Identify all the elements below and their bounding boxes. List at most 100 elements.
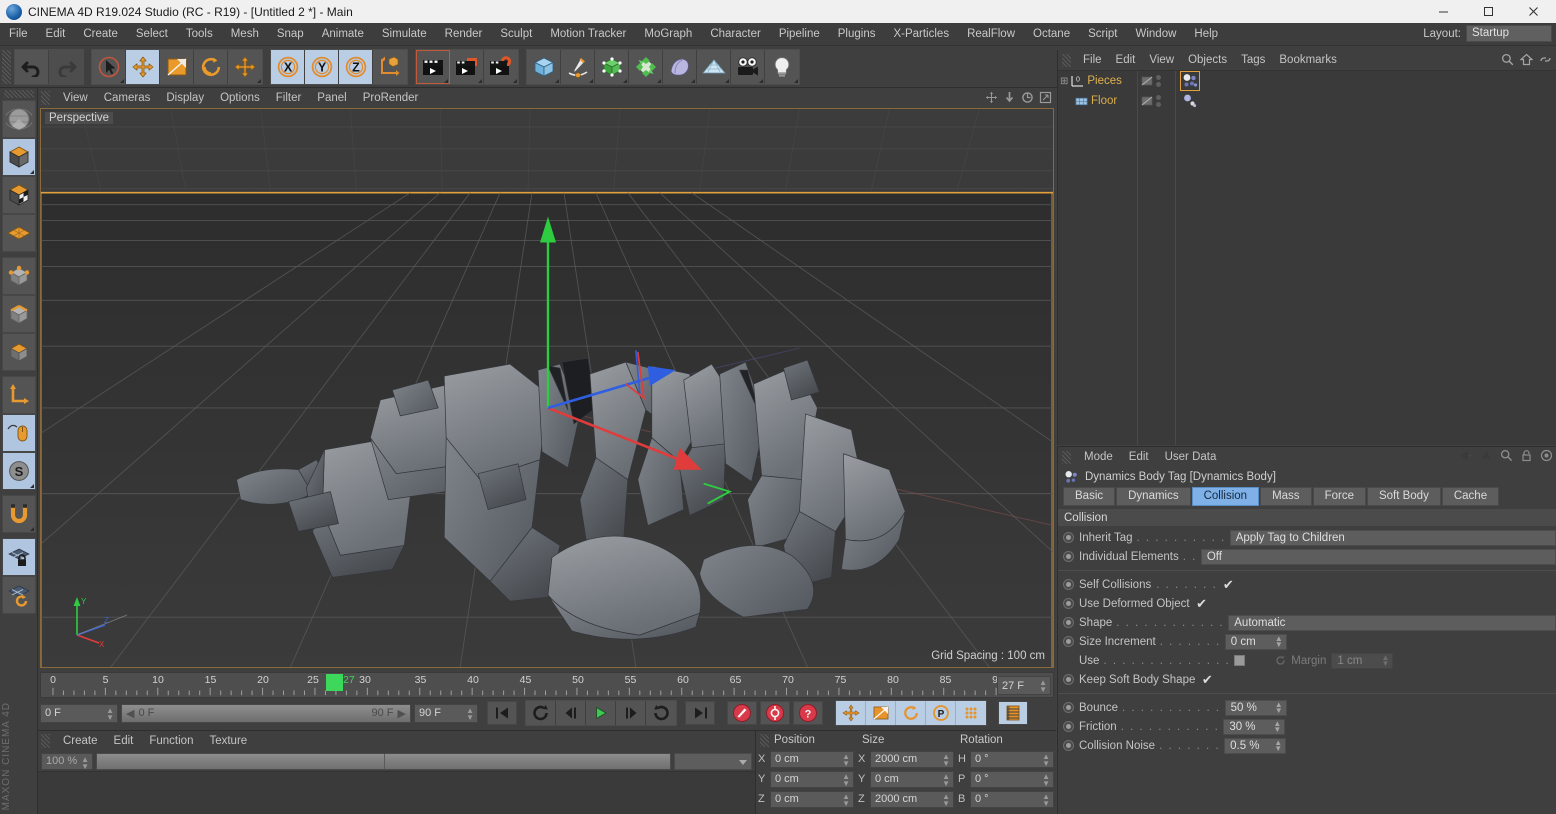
undo-button[interactable]: [15, 49, 49, 84]
close-button[interactable]: [1511, 0, 1556, 23]
animate-dot-icon[interactable]: [1063, 617, 1074, 628]
animate-dot-icon[interactable]: [1063, 551, 1074, 562]
menu-item-script[interactable]: Script: [1079, 23, 1126, 46]
menu-item-octane[interactable]: Octane: [1024, 23, 1079, 46]
margin-reset-icon[interactable]: [1275, 655, 1286, 666]
menu-item-character[interactable]: Character: [701, 23, 770, 46]
animate-dot-icon[interactable]: [1063, 721, 1074, 732]
menu-item-tools[interactable]: Tools: [177, 23, 222, 46]
menu-item-edit[interactable]: Edit: [37, 23, 75, 46]
tab-basic[interactable]: Basic: [1063, 487, 1116, 506]
input-size-increment[interactable]: 0 cm ▲ ▼: [1224, 633, 1287, 650]
polygons-mode-button[interactable]: [1, 333, 36, 371]
tab-mass[interactable]: Mass: [1260, 487, 1312, 506]
model-mode-button[interactable]: [1, 138, 36, 176]
axis-x-button[interactable]: X: [271, 49, 305, 84]
menu-item-plugins[interactable]: Plugins: [829, 23, 885, 46]
menu-item-create[interactable]: Create: [74, 23, 127, 46]
menu-item-snap[interactable]: Snap: [268, 23, 313, 46]
scrub-left-arrow[interactable]: ◀: [126, 707, 134, 720]
position-z-input[interactable]: 0 cm ▲ ▼: [770, 790, 854, 808]
frame-field[interactable]: 27 F ▲ ▼: [997, 676, 1051, 695]
step-forward-button[interactable]: [616, 701, 646, 725]
animate-dot-icon[interactable]: [1063, 740, 1074, 751]
render-region-button[interactable]: [450, 49, 484, 84]
rotation-b-spinner[interactable]: ▲ ▼: [1042, 792, 1050, 807]
editor-visibility-icon[interactable]: [1141, 75, 1153, 87]
attribute-menu-grip[interactable]: [1062, 450, 1071, 464]
object-menu-edit[interactable]: Edit: [1109, 50, 1143, 70]
material-menu-grip[interactable]: [41, 734, 50, 748]
menu-item-simulate[interactable]: Simulate: [373, 23, 436, 46]
dynamics-body-tag-icon[interactable]: [1180, 71, 1200, 91]
attribute-menu-edit[interactable]: Edit: [1121, 447, 1157, 467]
viewport-solo-button[interactable]: [1, 414, 36, 452]
cube-primitive-button[interactable]: [527, 49, 561, 84]
material-scroll-slider[interactable]: [96, 752, 671, 770]
menu-item-mesh[interactable]: Mesh: [222, 23, 268, 46]
menu-item-realflow[interactable]: RealFlow: [958, 23, 1024, 46]
world-coordinates-button[interactable]: [373, 49, 407, 84]
viewport-menu-prorender[interactable]: ProRender: [355, 88, 427, 108]
render-view-button[interactable]: [416, 49, 450, 84]
redo-button[interactable]: [49, 49, 83, 84]
maximize-view-icon[interactable]: [1039, 91, 1052, 104]
pla-key-button[interactable]: [956, 701, 986, 725]
visibility-cell-pieces[interactable]: [1138, 71, 1176, 91]
menu-item-pipeline[interactable]: Pipeline: [770, 23, 829, 46]
move-tool-button[interactable]: [126, 49, 160, 84]
viewport-menu-grip[interactable]: [41, 91, 50, 105]
scale-key-button[interactable]: [866, 701, 896, 725]
step-back-button[interactable]: [556, 701, 586, 725]
texture-mode-button[interactable]: [1, 176, 36, 214]
checkbox-self-collisions[interactable]: ✔: [1222, 577, 1234, 592]
animate-dot-icon[interactable]: [1063, 579, 1074, 590]
animation-layers-button[interactable]: [998, 701, 1028, 725]
rotate-tool-button[interactable]: [194, 49, 228, 84]
menu-item-xparticles[interactable]: X-Particles: [884, 23, 958, 46]
param-key-button[interactable]: P: [926, 701, 956, 725]
spinner-friction[interactable]: ▲ ▼: [1273, 719, 1281, 733]
workplane-lock-button[interactable]: [1, 538, 36, 576]
menu-item-window[interactable]: Window: [1127, 23, 1186, 46]
spinner-margin[interactable]: ▲ ▼: [1381, 653, 1389, 667]
previous-key-button[interactable]: [526, 701, 556, 725]
rotation-p-spinner[interactable]: ▲ ▼: [1042, 772, 1050, 787]
axis-z-button[interactable]: Z: [339, 49, 373, 84]
spinner-size-increment[interactable]: ▲ ▼: [1275, 634, 1283, 648]
attribute-menu-user-data[interactable]: User Data: [1157, 447, 1225, 467]
visibility-dots-pieces[interactable]: [1156, 75, 1161, 87]
snap-magnet-button[interactable]: [1, 495, 36, 533]
record-active-objects-button[interactable]: [727, 701, 757, 725]
soft-selection-button[interactable]: S: [1, 452, 36, 490]
menu-item-motiontracker[interactable]: Motion Tracker: [541, 23, 635, 46]
checkbox-keep-soft-body-shape[interactable]: ✔: [1201, 672, 1213, 687]
size-x-input[interactable]: 2000 cm ▲ ▼: [870, 750, 954, 768]
coordinates-grip[interactable]: [760, 733, 769, 747]
autokeying-button[interactable]: [760, 701, 790, 725]
object-menu-objects[interactable]: Objects: [1181, 50, 1234, 70]
menu-item-file[interactable]: File: [0, 23, 37, 46]
menu-item-animate[interactable]: Animate: [313, 23, 373, 46]
search-icon[interactable]: [1500, 449, 1513, 462]
edges-mode-button[interactable]: [1, 295, 36, 333]
dropdown-individual-elements[interactable]: Off: [1200, 548, 1556, 565]
home-icon[interactable]: [1520, 53, 1533, 66]
object-menu-tags[interactable]: Tags: [1234, 50, 1272, 70]
rotation-h-spinner[interactable]: ▲ ▼: [1042, 752, 1050, 767]
viewport-menu-cameras[interactable]: Cameras: [96, 88, 159, 108]
texture-axis-button[interactable]: [1, 100, 36, 138]
position-x-spinner[interactable]: ▲ ▼: [842, 752, 850, 767]
target-icon[interactable]: [1540, 449, 1553, 462]
timeline-ruler[interactable]: 0 5 10 15 20 25 27 30 35 40 45 50 55 60 …: [40, 672, 1054, 698]
back-arrow-icon[interactable]: [1458, 449, 1473, 462]
camera-button[interactable]: [731, 49, 765, 84]
frame-scrubber[interactable]: ◀ 0 F 90 F ▶: [121, 703, 411, 723]
size-x-spinner[interactable]: ▲ ▼: [942, 752, 950, 767]
dropdown-shape[interactable]: Automatic: [1228, 614, 1556, 631]
toolbar-grip[interactable]: [2, 49, 11, 84]
animate-dot-icon[interactable]: [1063, 532, 1074, 543]
menu-item-sculpt[interactable]: Sculpt: [491, 23, 541, 46]
size-y-input[interactable]: 0 cm ▲ ▼: [870, 770, 954, 788]
position-y-input[interactable]: 0 cm ▲ ▼: [770, 770, 854, 788]
